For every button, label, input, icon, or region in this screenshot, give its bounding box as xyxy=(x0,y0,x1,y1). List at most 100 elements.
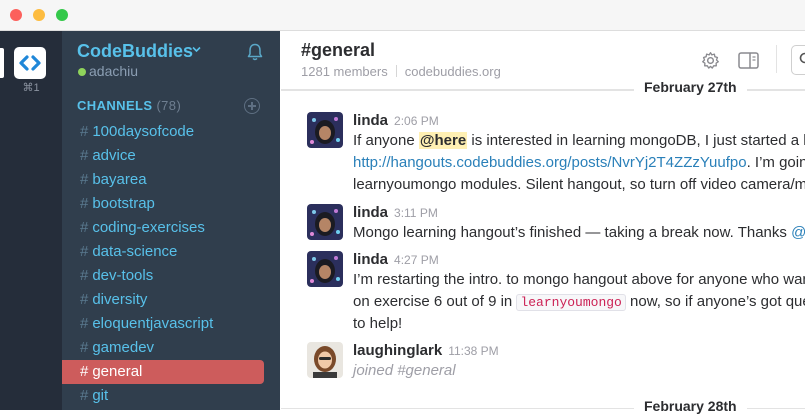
channel-name: coding-exercises xyxy=(92,219,205,236)
message-text: http://hangouts.codebuddies.org/posts/Nv… xyxy=(353,154,805,171)
hash-icon: # xyxy=(80,219,88,236)
user-mention[interactable]: @ada xyxy=(791,224,805,241)
plus-circle-icon[interactable] xyxy=(244,98,260,114)
hash-icon: # xyxy=(80,171,88,188)
channel-name: git xyxy=(92,387,108,404)
search-icon xyxy=(799,52,805,66)
sidebar-item-coding-exercises[interactable]: #coding-exercises xyxy=(62,216,280,240)
channel-name: general xyxy=(92,363,142,380)
hash-icon: # xyxy=(80,291,88,308)
channel-name: bayarea xyxy=(92,171,146,188)
team-shortcut-label: ⌘1 xyxy=(0,81,62,94)
message-time[interactable]: 11:38 PM xyxy=(448,344,498,358)
message-time[interactable]: 4:27 PM xyxy=(394,253,439,267)
hash-icon: # xyxy=(80,195,88,212)
channels-count: (78) xyxy=(156,98,181,113)
sidebar-toggle-icon[interactable] xyxy=(738,51,759,70)
hash-icon: # xyxy=(80,363,88,380)
zoom-window-button[interactable] xyxy=(56,9,68,21)
message-pane: #general 1281 members codebuddies.org Feb… xyxy=(281,31,805,410)
date-label: February 28th xyxy=(634,398,747,414)
channel-title[interactable]: #general xyxy=(301,40,375,61)
gear-icon[interactable] xyxy=(701,51,720,70)
message-time[interactable]: 2:06 PM xyxy=(394,114,439,128)
channel-meta: 1281 members codebuddies.org xyxy=(301,64,501,79)
date-divider: February 27th xyxy=(281,79,805,99)
hash-icon: # xyxy=(80,243,88,260)
message-text: on exercise 6 out of 9 in learnyoumongo … xyxy=(353,293,805,310)
message-text: If anyone @here is interested in learnin… xyxy=(353,132,805,149)
sidebar-item-git[interactable]: #git xyxy=(62,384,280,408)
avatar[interactable] xyxy=(307,251,343,287)
channel-name: dev-tools xyxy=(92,267,153,284)
hash-icon: # xyxy=(80,123,88,140)
chevron-down-icon[interactable] xyxy=(192,46,201,53)
message-text: I’m restarting the intro. to mongo hango… xyxy=(353,271,805,288)
author-name[interactable]: linda xyxy=(353,251,388,268)
sidebar-item-100daysofcode[interactable]: #100daysofcode xyxy=(62,120,280,144)
join-message: joined #general xyxy=(353,362,456,379)
text-segment: is interested in learning mongoDB, I jus… xyxy=(467,132,805,149)
text-segment: on exercise 6 out of 9 in xyxy=(353,293,516,310)
message-text: learnyoumongo modules. Silent hangout, s… xyxy=(353,176,805,193)
message-author[interactable]: laughinglark 11:38 PM xyxy=(353,342,499,359)
avatar[interactable] xyxy=(307,342,343,378)
channel-name: advice xyxy=(92,147,135,164)
search-input[interactable] xyxy=(791,45,805,75)
presence-indicator xyxy=(78,68,86,76)
text-segment: If anyone xyxy=(353,132,419,149)
team-switcher-rail: ⌘1 xyxy=(0,31,62,410)
text-segment: now, so if anyone’s got questio xyxy=(626,293,805,310)
sidebar-item-eloquentjavascript[interactable]: #eloquentjavascript xyxy=(62,312,280,336)
inline-code: learnyoumongo xyxy=(516,294,625,311)
member-count[interactable]: 1281 members xyxy=(301,64,388,79)
channel-name: diversity xyxy=(92,291,147,308)
hash-icon: # xyxy=(80,315,88,332)
meta-divider xyxy=(396,65,397,77)
channels-label: CHANNELS xyxy=(77,98,152,113)
date-divider: February 28th xyxy=(281,398,805,418)
avatar[interactable] xyxy=(307,204,343,240)
team-code-icon[interactable] xyxy=(14,47,46,79)
sidebar-item-dev-tools[interactable]: #dev-tools xyxy=(62,264,280,288)
date-label: February 27th xyxy=(634,79,747,95)
message-author[interactable]: linda 4:27 PM xyxy=(353,251,439,268)
sidebar-item-gamedev[interactable]: #gamedev xyxy=(62,336,280,360)
message-time[interactable]: 3:11 PM xyxy=(394,206,438,220)
active-team-indicator xyxy=(0,48,4,78)
channels-section-header[interactable]: CHANNELS (78) xyxy=(77,98,181,113)
text-segment: . I’m goin xyxy=(747,154,805,171)
here-mention[interactable]: @here xyxy=(419,132,467,149)
close-window-button[interactable] xyxy=(10,9,22,21)
message-text: Mongo learning hangout’s finished — taki… xyxy=(353,224,805,241)
message-author[interactable]: linda 2:06 PM xyxy=(353,112,439,129)
message-text: to help! xyxy=(353,315,402,332)
current-username[interactable]: adachiu xyxy=(89,63,138,79)
author-name[interactable]: linda xyxy=(353,112,388,129)
author-name[interactable]: laughinglark xyxy=(353,342,442,359)
hash-icon: # xyxy=(80,387,88,404)
hash-icon: # xyxy=(80,339,88,356)
message-link[interactable]: http://hangouts.codebuddies.org/posts/Nv… xyxy=(353,154,747,171)
channel-name: data-science xyxy=(92,243,177,260)
bell-icon[interactable] xyxy=(245,42,265,62)
team-name[interactable]: CodeBuddies xyxy=(77,41,193,62)
sidebar-item-general[interactable]: #general xyxy=(62,360,264,384)
hash-icon: # xyxy=(80,267,88,284)
avatar[interactable] xyxy=(307,112,343,148)
sidebar-item-advice[interactable]: #advice xyxy=(62,144,280,168)
hash-icon: # xyxy=(80,147,88,164)
sidebar-item-bootstrap[interactable]: #bootstrap xyxy=(62,192,280,216)
message-author[interactable]: linda 3:11 PM xyxy=(353,204,438,221)
window-titlebar xyxy=(0,0,805,31)
channel-sidebar: CodeBuddies adachiu CHANNELS (78) #100da… xyxy=(62,31,280,410)
channel-topic[interactable]: codebuddies.org xyxy=(405,64,501,79)
sidebar-item-data-science[interactable]: #data-science xyxy=(62,240,280,264)
channel-name: bootstrap xyxy=(92,195,155,212)
author-name[interactable]: linda xyxy=(353,204,388,221)
sidebar-item-diversity[interactable]: #diversity xyxy=(62,288,280,312)
channel-list: #100daysofcode#advice#bayarea#bootstrap#… xyxy=(62,120,280,408)
sidebar-item-bayarea[interactable]: #bayarea xyxy=(62,168,280,192)
minimize-window-button[interactable] xyxy=(33,9,45,21)
channel-name: eloquentjavascript xyxy=(92,315,213,332)
